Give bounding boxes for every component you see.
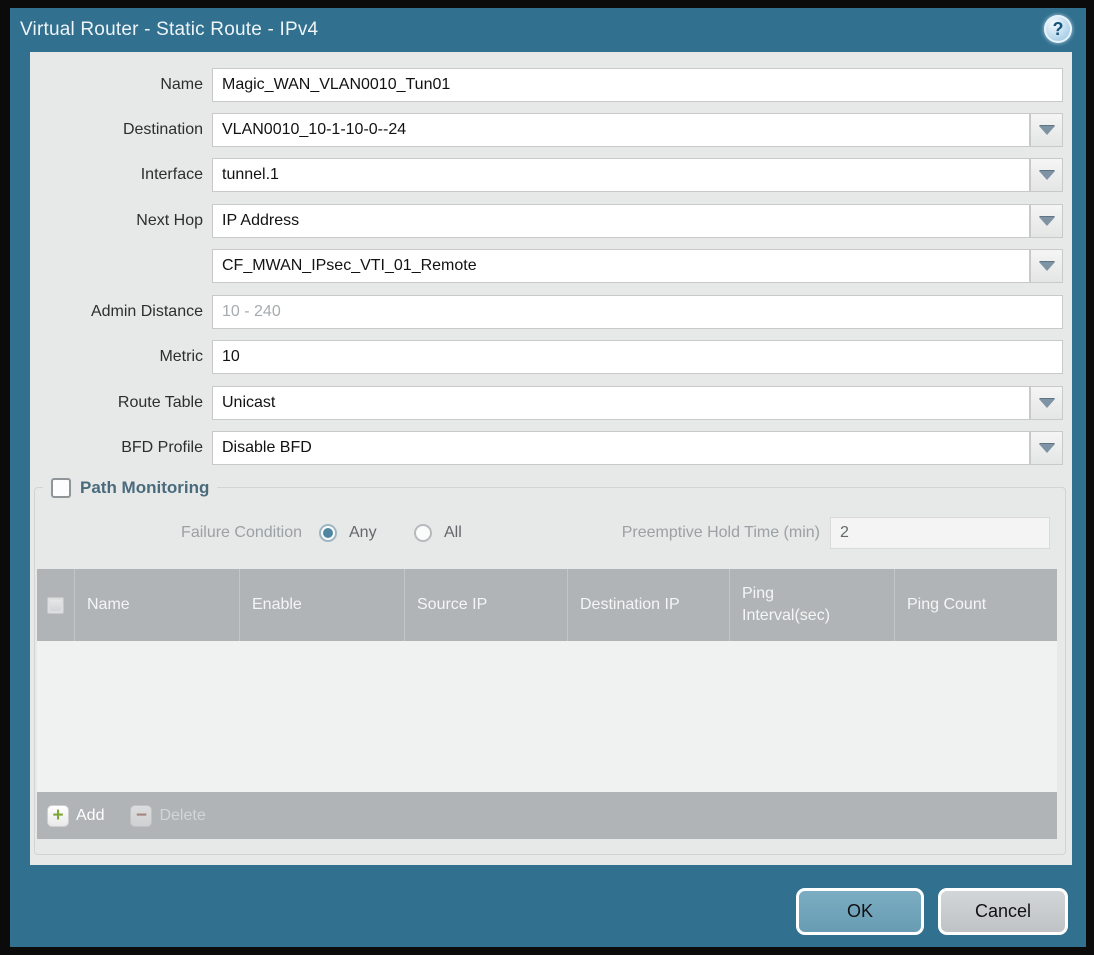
- ok-button[interactable]: OK: [796, 888, 924, 935]
- delete-button[interactable]: − Delete: [130, 804, 206, 827]
- path-monitoring-checkbox[interactable]: [51, 478, 71, 498]
- bfd-profile-input[interactable]: [212, 431, 1030, 465]
- route-table-row: Route Table: [30, 386, 1072, 420]
- failure-condition-all-label: All: [444, 524, 462, 541]
- select-all-checkbox[interactable]: [47, 596, 64, 614]
- next-hop-address-row: [30, 249, 1072, 283]
- name-row: Name: [30, 68, 1072, 102]
- bfd-profile-row: BFD Profile: [30, 431, 1072, 465]
- column-header-ping-interval-text: Ping Interval(sec): [742, 585, 831, 624]
- chevron-down-icon: [1038, 125, 1055, 135]
- failure-condition-row: Failure Condition Any All Preemptive Hol…: [35, 516, 1065, 550]
- dialog-footer: OK Cancel: [10, 888, 1068, 936]
- delete-button-label: Delete: [159, 806, 206, 824]
- destination-label: Destination: [122, 121, 203, 138]
- minus-icon: −: [130, 804, 153, 827]
- interface-input[interactable]: [212, 158, 1030, 192]
- next-hop-type-input[interactable]: [212, 204, 1030, 238]
- select-all-cell: [37, 569, 74, 641]
- failure-condition-any-radio[interactable]: [319, 524, 337, 542]
- failure-condition-any-label: Any: [349, 524, 377, 541]
- admin-distance-label: Admin Distance: [90, 303, 203, 320]
- table-toolbar: + Add − Delete: [37, 792, 1057, 839]
- route-table-dropdown-button[interactable]: [1030, 386, 1063, 420]
- bfd-profile-dropdown-button[interactable]: [1030, 431, 1063, 465]
- help-icon[interactable]: ?: [1044, 15, 1072, 43]
- destination-row: Destination: [30, 113, 1072, 147]
- admin-distance-row: Admin Distance: [30, 295, 1072, 329]
- add-button[interactable]: + Add: [47, 804, 105, 827]
- plus-icon: +: [47, 804, 69, 827]
- route-table-label: Route Table: [117, 394, 203, 411]
- failure-condition-label: Failure Condition: [181, 524, 302, 541]
- chevron-down-icon: [1038, 261, 1055, 271]
- path-monitoring-title: Path Monitoring: [80, 478, 210, 497]
- path-monitoring-legend: Path Monitoring: [43, 474, 218, 502]
- preemptive-hold-time-label: Preemptive Hold Time (min): [621, 524, 820, 541]
- chevron-down-icon: [1038, 443, 1055, 453]
- chevron-down-icon: [1038, 170, 1055, 180]
- table-body-empty: [37, 641, 1057, 792]
- column-header-ping-interval: Ping Interval(sec): [729, 569, 894, 641]
- chevron-down-icon: [1038, 216, 1055, 226]
- radio-dot: [323, 528, 333, 538]
- column-header-source-ip: Source IP: [404, 569, 567, 641]
- table-header: Name Enable Source IP Destination IP Pin…: [37, 569, 1057, 641]
- metric-row: Metric: [30, 340, 1072, 374]
- interface-label: Interface: [140, 166, 203, 183]
- next-hop-type-dropdown-button[interactable]: [1030, 204, 1063, 238]
- dialog-title: Virtual Router - Static Route - IPv4: [20, 19, 319, 40]
- bfd-profile-label: BFD Profile: [121, 439, 203, 456]
- path-monitoring-table: Name Enable Source IP Destination IP Pin…: [37, 569, 1057, 839]
- metric-label: Metric: [159, 348, 203, 365]
- dialog-content: Name Destination Interface: [30, 52, 1072, 865]
- preemptive-hold-time-input[interactable]: [830, 517, 1050, 549]
- cancel-button[interactable]: Cancel: [938, 888, 1068, 935]
- failure-condition-all-radio[interactable]: [414, 524, 432, 542]
- next-hop-label: Next Hop: [136, 212, 203, 229]
- name-label: Name: [160, 76, 203, 93]
- next-hop-address-input[interactable]: [212, 249, 1030, 283]
- column-header-ping-count: Ping Count: [894, 569, 1057, 641]
- screen: Virtual Router - Static Route - IPv4 ? N…: [0, 0, 1094, 955]
- interface-dropdown-button[interactable]: [1030, 158, 1063, 192]
- column-header-destination-ip: Destination IP: [567, 569, 729, 641]
- name-input[interactable]: [212, 68, 1063, 102]
- next-hop-address-dropdown-button[interactable]: [1030, 249, 1063, 283]
- next-hop-row: Next Hop: [30, 204, 1072, 238]
- path-monitoring-section: Path Monitoring Failure Condition Any Al…: [34, 474, 1066, 855]
- dialog-titlebar: Virtual Router - Static Route - IPv4 ?: [10, 8, 1086, 52]
- chevron-down-icon: [1038, 398, 1055, 408]
- admin-distance-input[interactable]: [212, 295, 1063, 329]
- static-route-dialog: Virtual Router - Static Route - IPv4 ? N…: [10, 8, 1086, 947]
- column-header-name: Name: [74, 569, 239, 641]
- destination-dropdown-button[interactable]: [1030, 113, 1063, 147]
- interface-row: Interface: [30, 158, 1072, 192]
- add-button-label: Add: [76, 806, 105, 824]
- column-header-enable: Enable: [239, 569, 404, 641]
- metric-input[interactable]: [212, 340, 1063, 374]
- route-table-input[interactable]: [212, 386, 1030, 420]
- destination-input[interactable]: [212, 113, 1030, 147]
